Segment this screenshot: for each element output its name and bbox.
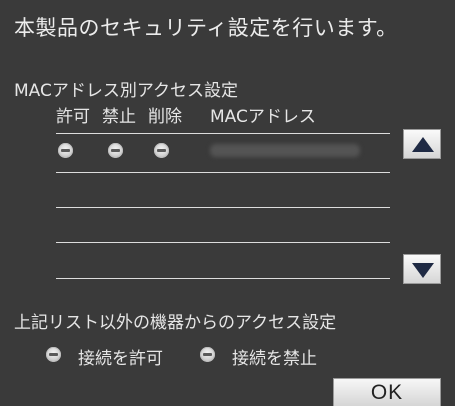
deny-radio[interactable] (108, 143, 123, 158)
scroll-down-button[interactable] (403, 254, 441, 284)
allow-radio[interactable] (58, 143, 73, 158)
page-title: 本製品のセキュリティ設定を行います。 (14, 16, 398, 40)
allow-connection-label: 接続を許可 (78, 349, 163, 369)
ok-button[interactable]: OK (333, 378, 441, 406)
delete-radio[interactable] (154, 143, 169, 158)
allow-connection-radio[interactable] (46, 347, 61, 362)
table-divider (56, 207, 390, 208)
table-divider (56, 172, 390, 173)
table-divider (56, 242, 390, 243)
triangle-down-icon (412, 263, 434, 278)
column-header-mac-address: MACアドレス (210, 107, 316, 127)
column-header-delete: 削除 (148, 107, 182, 127)
table-divider (56, 278, 390, 279)
deny-connection-radio[interactable] (200, 347, 215, 362)
mac-access-section-label: MACアドレス別アクセス設定 (14, 81, 239, 101)
deny-connection-label: 接続を禁止 (232, 349, 317, 369)
other-devices-section-label: 上記リスト以外の機器からのアクセス設定 (14, 313, 337, 333)
column-header-allow: 許可 (56, 107, 90, 127)
column-header-deny: 禁止 (102, 107, 136, 127)
security-settings-screen: 本製品のセキュリティ設定を行います。 MACアドレス別アクセス設定 許可 禁止 … (0, 0, 455, 406)
mac-address-value (210, 144, 360, 157)
scroll-up-button[interactable] (403, 129, 441, 159)
table-divider (56, 133, 390, 134)
triangle-up-icon (412, 137, 434, 152)
